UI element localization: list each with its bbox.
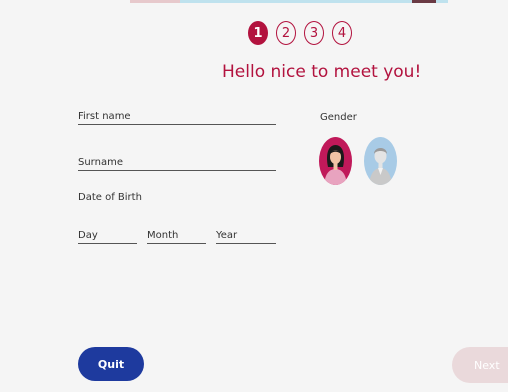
step-1: 1 bbox=[248, 21, 268, 45]
step-3: 3 bbox=[304, 21, 324, 45]
day-field[interactable]: Day bbox=[78, 228, 137, 244]
banner-segment bbox=[180, 0, 448, 3]
step-4: 4 bbox=[332, 21, 352, 45]
step-indicator: 1 2 3 4 bbox=[248, 21, 352, 45]
female-avatar-icon[interactable] bbox=[319, 137, 352, 185]
month-placeholder: Month bbox=[147, 230, 179, 241]
surname-field[interactable]: Surname bbox=[78, 155, 276, 171]
top-banner-strip bbox=[0, 0, 508, 3]
first-name-placeholder: First name bbox=[78, 111, 131, 122]
page-title: Hello nice to meet you! bbox=[222, 62, 422, 82]
banner-segment bbox=[130, 0, 180, 3]
year-field[interactable]: Year bbox=[216, 228, 276, 244]
male-avatar-icon[interactable] bbox=[364, 137, 397, 185]
year-placeholder: Year bbox=[216, 230, 238, 241]
month-field[interactable]: Month bbox=[147, 228, 206, 244]
next-button[interactable]: Next bbox=[452, 347, 508, 383]
step-2: 2 bbox=[276, 21, 296, 45]
quit-button[interactable]: Quit bbox=[78, 347, 144, 381]
first-name-field[interactable]: First name bbox=[78, 109, 276, 125]
gender-label: Gender bbox=[320, 112, 357, 123]
day-placeholder: Day bbox=[78, 230, 98, 241]
registration-page: 1 2 3 4 Hello nice to meet you! First na… bbox=[0, 0, 508, 392]
banner-segment bbox=[412, 0, 436, 3]
date-of-birth-label: Date of Birth bbox=[78, 192, 142, 203]
surname-placeholder: Surname bbox=[78, 157, 123, 168]
